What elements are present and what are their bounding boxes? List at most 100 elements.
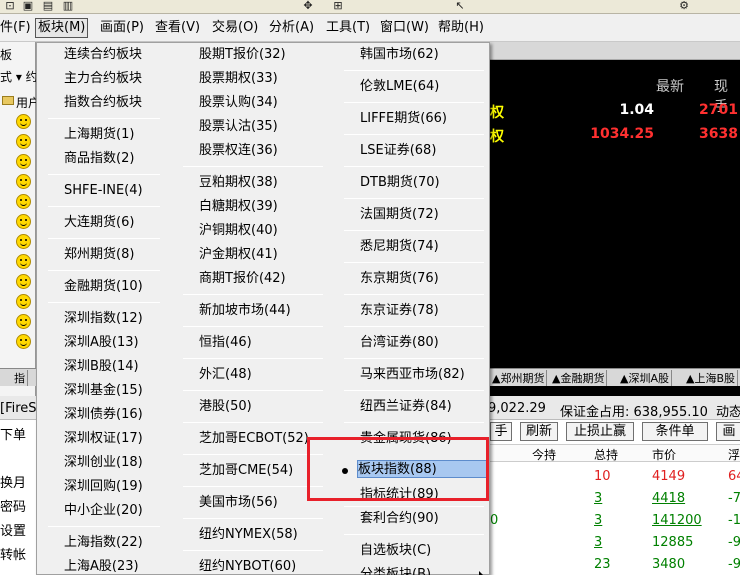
menu-view[interactable]: 查看(V) [153, 18, 202, 38]
menu-item[interactable]: 套利合约(90) [360, 510, 439, 528]
smiley-icon[interactable] [16, 314, 31, 329]
menu-item[interactable]: 悉尼期货(74) [360, 238, 439, 256]
menu-item[interactable]: 股票权连(36) [199, 142, 278, 160]
menu-item[interactable]: 商期T报价(42) [199, 270, 286, 288]
toolbar-icon[interactable]: ⊞ [330, 0, 346, 12]
quote-row[interactable]: 权 1.04 2701 [490, 100, 740, 124]
tab-index[interactable]: 指 [14, 370, 28, 386]
hand-button[interactable]: 手 [490, 422, 512, 441]
menu-item[interactable]: SHFE-INE(4) [64, 182, 143, 200]
menu-item[interactable]: 主力合约板块 [64, 70, 142, 88]
order-row[interactable]: 23 3480 -9 [490, 554, 740, 575]
smiley-icon[interactable] [16, 274, 31, 289]
smiley-icon[interactable] [16, 294, 31, 309]
menu-item[interactable]: 纽约NYMEX(58) [199, 526, 298, 544]
tab-shenzhen-a[interactable]: ▲深圳A股 [620, 370, 672, 386]
tab-financial[interactable]: ▲金融期货 [552, 370, 608, 386]
menu-item[interactable]: 芝加哥CME(54) [199, 462, 293, 480]
nav-transfer[interactable]: 转帐 [0, 544, 26, 563]
gear-icon[interactable]: ⚙ [676, 0, 692, 12]
menu-item[interactable]: 豆粕期权(38) [199, 174, 278, 192]
menu-item[interactable]: 自选板块(C) [360, 542, 431, 560]
nav-password[interactable]: 密码 [0, 496, 26, 515]
menu-item[interactable]: 郑州期货(8) [64, 246, 134, 264]
menu-item[interactable]: LSE证券(68) [360, 142, 436, 160]
menu-item[interactable]: 分类板块(B) [360, 566, 431, 575]
menu-item[interactable]: 中小企业(20) [64, 502, 143, 520]
cursor-icon[interactable]: ↖ [452, 0, 468, 12]
menu-item[interactable]: 沪金期权(41) [199, 246, 278, 264]
menu-item[interactable]: 商品指数(2) [64, 150, 134, 168]
tab-zhengzhou[interactable]: ▲郑州期货 [492, 370, 548, 386]
menu-item[interactable]: 连续合约板块 [64, 46, 142, 64]
menu-item[interactable]: 上海期货(1) [64, 126, 134, 144]
menu-item[interactable]: 东京期货(76) [360, 270, 439, 288]
menu-item[interactable]: 外汇(48) [199, 366, 252, 384]
nav-settings[interactable]: 设置 [0, 520, 26, 539]
draw-button[interactable]: 画 [716, 422, 740, 441]
menu-item[interactable]: 深圳回购(19) [64, 478, 143, 496]
menu-sector[interactable]: 板块(M) [35, 18, 89, 38]
refresh-button[interactable]: 刷新 [520, 422, 558, 441]
menu-item[interactable]: 大连期货(6) [64, 214, 134, 232]
menu-analysis[interactable]: 分析(A) [267, 18, 316, 38]
menu-item[interactable]: 白糖期权(39) [199, 198, 278, 216]
menu-item[interactable]: 新加坡市场(44) [199, 302, 291, 320]
menu-item[interactable]: 法国期货(72) [360, 206, 439, 224]
order-row[interactable]: 0 3 141200 -1 [490, 510, 740, 532]
quote-row[interactable]: 权 1034.25 3638 [490, 124, 740, 148]
tab-shanghai-b[interactable]: ▲上海B股 [686, 370, 739, 386]
smiley-icon[interactable] [16, 334, 31, 349]
menu-help[interactable]: 帮助(H) [436, 18, 486, 38]
menu-item[interactable]: 股票认购(34) [199, 94, 278, 112]
menu-item[interactable]: 马来西亚市场(82) [360, 366, 465, 384]
nav-rollover[interactable]: 换月 [0, 472, 26, 491]
smiley-icon[interactable] [16, 134, 31, 149]
menu-item[interactable]: 伦敦LME(64) [360, 78, 439, 96]
smiley-icon[interactable] [16, 154, 31, 169]
menu-item[interactable]: 深圳指数(12) [64, 310, 143, 328]
stop-loss-button[interactable]: 止损止赢 [566, 422, 634, 441]
menu-item[interactable]: 深圳基金(15) [64, 382, 143, 400]
menu-item[interactable]: 指数合约板块 [64, 94, 142, 112]
menu-item[interactable]: 纽西兰证券(84) [360, 398, 452, 416]
toolbar-icon[interactable]: ✥ [300, 0, 316, 12]
menu-item[interactable]: 深圳创业(18) [64, 454, 143, 472]
toolbar-icon[interactable]: ▤ [40, 0, 56, 12]
menu-item[interactable]: 芝加哥ECBOT(52) [199, 430, 309, 448]
menu-file[interactable]: 件(F) [0, 18, 33, 38]
order-row[interactable]: 3 4418 -7 [490, 488, 740, 510]
menu-item[interactable]: 港股(50) [199, 398, 252, 416]
order-row[interactable]: 3 12885 -9 [490, 532, 740, 554]
toolbar-icon[interactable]: ▣ [20, 0, 36, 12]
menu-item[interactable]: 纽约NYBOT(60) [199, 558, 296, 575]
smiley-icon[interactable] [16, 234, 31, 249]
menu-item[interactable]: 恒指(46) [199, 334, 252, 352]
menu-item[interactable]: 深圳权证(17) [64, 430, 143, 448]
menu-item[interactable]: 深圳B股(14) [64, 358, 139, 376]
menu-item[interactable]: 韩国市场(62) [360, 46, 439, 64]
smiley-icon[interactable] [16, 194, 31, 209]
toolbar-icon[interactable]: ▥ [60, 0, 76, 12]
menu-item[interactable]: 深圳A股(13) [64, 334, 139, 352]
menu-item[interactable]: 沪铜期权(40) [199, 222, 278, 240]
toolbar-icon[interactable]: ⊡ [2, 0, 18, 12]
menu-tools[interactable]: 工具(T) [324, 18, 372, 38]
menu-screen[interactable]: 画面(P) [98, 18, 146, 38]
menu-item[interactable]: DTB期货(70) [360, 174, 440, 192]
menu-item[interactable]: 东京证券(78) [360, 302, 439, 320]
menu-item[interactable]: 美国市场(56) [199, 494, 278, 512]
smiley-icon[interactable] [16, 174, 31, 189]
menu-item[interactable]: 金融期货(10) [64, 278, 143, 296]
conditional-order-button[interactable]: 条件单 [642, 422, 708, 441]
menu-item[interactable]: 股票认沽(35) [199, 118, 278, 136]
smiley-icon[interactable] [16, 214, 31, 229]
menu-window[interactable]: 窗口(W) [378, 18, 431, 38]
menu-item[interactable]: LIFFE期货(66) [360, 110, 447, 128]
menu-trade[interactable]: 交易(O) [210, 18, 260, 38]
menu-item[interactable]: 上海指数(22) [64, 534, 143, 552]
left-panel-combo[interactable]: 式 ▾ 约 [0, 68, 38, 85]
menu-item[interactable]: 股票期权(33) [199, 70, 278, 88]
menu-item[interactable]: 台湾证券(80) [360, 334, 439, 352]
smiley-icon[interactable] [16, 114, 31, 129]
